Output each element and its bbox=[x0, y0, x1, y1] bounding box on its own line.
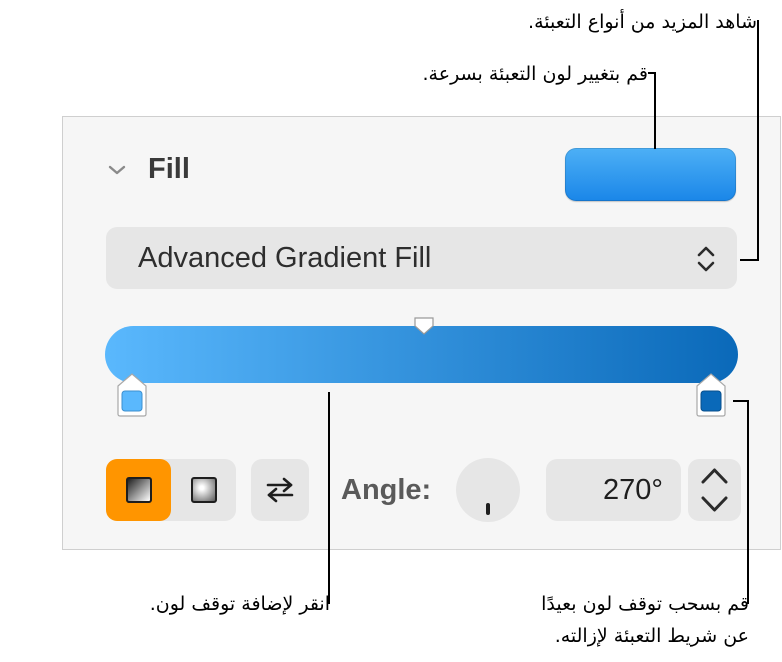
radial-gradient-button[interactable] bbox=[171, 459, 236, 521]
linear-gradient-square-icon bbox=[125, 477, 152, 503]
chevron-up-icon[interactable] bbox=[696, 465, 733, 487]
gradient-midpoint-handle[interactable] bbox=[413, 316, 435, 336]
chevron-down-icon[interactable] bbox=[696, 493, 733, 515]
fill-color-well[interactable] bbox=[565, 148, 736, 201]
fill-type-popup[interactable]: Advanced Gradient Fill bbox=[106, 227, 737, 289]
angle-knob-indicator bbox=[486, 503, 490, 515]
angle-input-field[interactable]: 270° bbox=[546, 459, 681, 521]
leader-line-add-color-stop bbox=[328, 392, 330, 604]
angle-label: Angle: bbox=[341, 474, 432, 506]
angle-stepper[interactable] bbox=[688, 459, 741, 521]
angle-knob[interactable] bbox=[456, 458, 520, 522]
up-down-chevron-icon bbox=[697, 246, 715, 272]
leader-line-more-fill-types bbox=[757, 20, 759, 260]
color-stop-right[interactable] bbox=[696, 373, 726, 417]
chevron-down-icon[interactable] bbox=[105, 158, 129, 182]
callout-add-color-stop: انقر لإضافة توقف لون. bbox=[149, 593, 330, 615]
callout-more-fill-types: شاهد المزيد من أنواع التعبئة. bbox=[528, 11, 757, 33]
callout-remove-color-stop: قم بسحب توقف لون بعيدًا عن شريط التعبئة … bbox=[541, 588, 749, 652]
leader-line-remove-color-stop bbox=[747, 400, 749, 604]
angle-value: 270° bbox=[603, 474, 663, 506]
radial-gradient-square-icon bbox=[190, 477, 217, 503]
section-title-fill: Fill bbox=[148, 153, 190, 185]
linear-gradient-button[interactable] bbox=[106, 459, 171, 521]
callout-remove-line-2: عن شريط التعبئة لإزالته. bbox=[554, 625, 749, 647]
callout-remove-line-1: قم بسحب توقف لون بعيدًا bbox=[541, 593, 749, 615]
leader-line-more-fill-types-h bbox=[740, 259, 759, 261]
fill-type-value: Advanced Gradient Fill bbox=[138, 242, 432, 274]
color-stop-left[interactable] bbox=[117, 373, 147, 417]
swap-arrows-icon bbox=[266, 477, 294, 503]
leader-line-quick-fill-color bbox=[654, 72, 656, 149]
callout-quick-fill-color: قم بتغيير لون التعبئة بسرعة. bbox=[422, 63, 649, 85]
swap-gradient-colors-button[interactable] bbox=[251, 459, 309, 521]
gradient-type-segmented-control bbox=[106, 459, 236, 521]
